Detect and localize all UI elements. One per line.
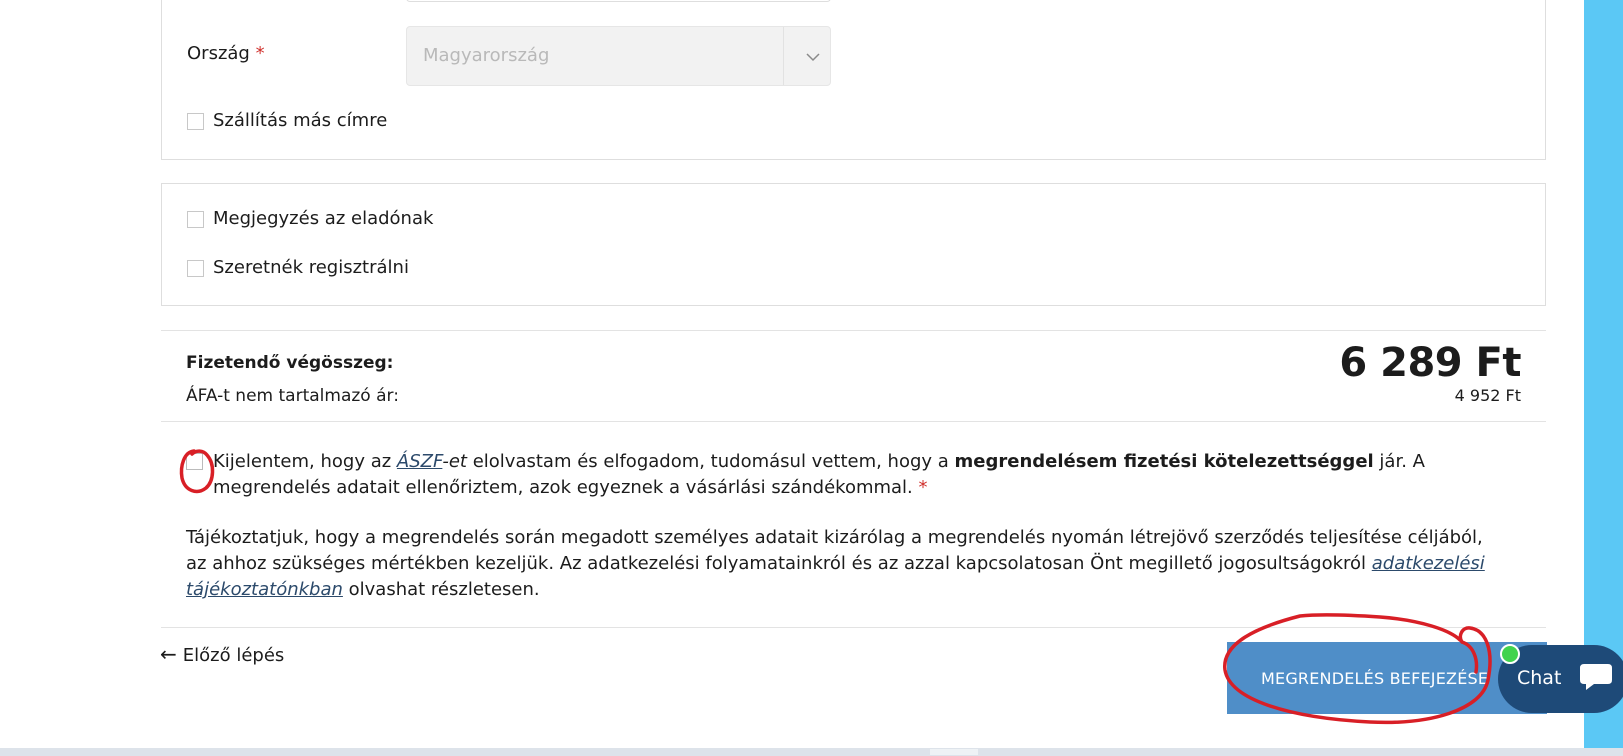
- summary-top-divider: [161, 330, 1546, 331]
- privacy-notice: Tájékoztatjuk, hogy a megrendelés során …: [186, 527, 1485, 600]
- terms-link[interactable]: ÁSZF: [397, 451, 442, 472]
- required-mark: *: [255, 43, 265, 64]
- chevron-down-icon: [806, 53, 820, 62]
- total-amount: 6 289 Ft: [1339, 340, 1521, 386]
- nav-divider: [161, 627, 1546, 628]
- select-divider: [783, 27, 784, 85]
- summary-bottom-divider: [161, 421, 1546, 422]
- ship-other-checkbox[interactable]: [187, 113, 204, 130]
- horizontal-scrollbar[interactable]: [0, 748, 1623, 756]
- country-select[interactable]: Magyarország: [406, 26, 831, 86]
- country-label: Ország *: [187, 43, 265, 64]
- previous-input-bottom-edge: [406, 0, 831, 2]
- previous-step-link[interactable]: ← Előző lépés: [160, 642, 284, 666]
- arrow-left-icon: ←: [160, 642, 177, 666]
- total-label: Fizetendő végösszeg:: [186, 353, 394, 373]
- required-mark: *: [918, 477, 928, 498]
- net-price-label: ÁFA-t nem tartalmazó ár:: [186, 386, 399, 406]
- scrollbar-thumb[interactable]: [930, 749, 978, 755]
- seller-note-checkbox[interactable]: [187, 211, 204, 228]
- chat-label: Chat: [1517, 667, 1562, 689]
- net-price-amount: 4 952 Ft: [1454, 386, 1521, 405]
- terms-consent-text: Kijelentem, hogy az ÁSZF-et elolvastam é…: [213, 451, 1425, 498]
- extras-section: [161, 183, 1546, 306]
- register-label: Szeretnék regisztrálni: [213, 257, 409, 278]
- register-checkbox[interactable]: [187, 260, 204, 277]
- country-select-value: Magyarország: [423, 45, 550, 66]
- previous-step-label: Előző lépés: [182, 645, 285, 666]
- page-side-band: [1584, 0, 1623, 756]
- seller-note-label: Megjegyzés az eladónak: [213, 208, 434, 229]
- address-section: [161, 0, 1546, 160]
- payment-obligation-text: megrendelésem fizetési kötelezettséggel: [954, 451, 1374, 472]
- ship-other-label: Szállítás más címre: [213, 110, 388, 131]
- chat-bubble-icon: [1580, 664, 1612, 690]
- terms-consent-checkbox[interactable]: [186, 453, 203, 470]
- online-status-dot: [1500, 644, 1520, 664]
